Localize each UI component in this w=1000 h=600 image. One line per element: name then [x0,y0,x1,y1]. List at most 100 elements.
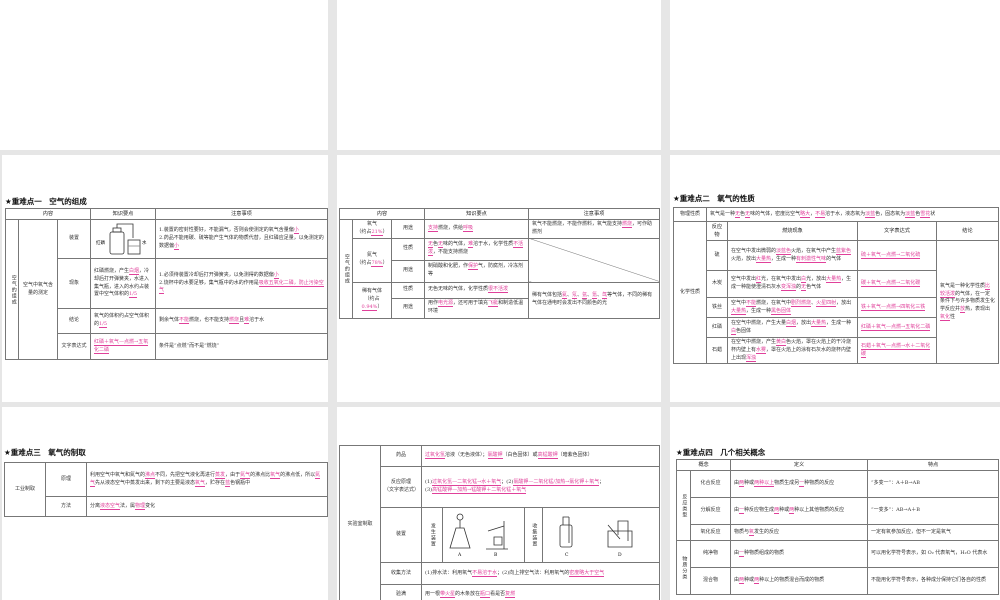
slide-top-left[interactable] [0,0,328,150]
reactant-name: 铁丝 [706,297,728,319]
answer-highlight: 一 [799,480,805,488]
answer-highlight: 铁＋氧气—点燃→四氧化三铁 [861,303,926,311]
answer-highlight: 雪花 [920,210,931,218]
answer-highlight: 火星四射 [816,299,837,307]
method: 分离液态空气法，属物理变化 [86,496,328,517]
apparatus-d: D [618,552,622,558]
answer-highlight: 瓶口 [480,590,491,598]
answer-highlight: 白 [731,327,737,335]
slide-oxygen-preparation[interactable]: ★重难点三 氧气的制取 工业制取 原理 利用空气中氧气和氮气的沸点不同，先把空气液化… [2,407,328,600]
slide-title: ★重难点一 空气的组成 [5,197,87,206]
answer-highlight: 无 [428,241,434,249]
concept-name: 氧化反应 [689,524,732,542]
phenomenon: 在空气中燃烧，产生黄白色火焰，罩在火焰上的干冷烧杯内壁上有水雾，罩在火焰上的涂有… [727,337,858,365]
header-reactant: 反应物 [706,220,728,242]
concept-name: 分解反应 [689,497,732,526]
note-cell: 1.装置的密封性要好，不能漏气，否则会使测定的氧气含量偏小 2.药品不能用碳、硫… [155,219,328,260]
apparatus-b: B [494,552,498,558]
definition: 由一种反应物生成两种或两种以上其他物质的反应 [730,497,869,526]
slide-lab-preparation[interactable]: 实验室制取 药品 过氧化氢溶液（无色液体）；氯酸钾（白色固体）或高锰酸钾（暗紫色固体… [337,407,661,600]
slide-related-concepts[interactable]: ★重难点四 几个相关概念 概念 定义 特点 反应类型 化合反应 由两种或两种以上物质生成… [670,407,1000,600]
answer-highlight: 氧气 [195,479,206,487]
header-notes: 注意事项 [528,207,660,221]
check-full: 用一根带火星的木条放在瓶口看是否复燃 [421,584,660,600]
drugs: 过氧化氢溶液（无色液体）；氯酸钾（白色固体）或高锰酸钾（暗紫色固体） [421,445,660,467]
slide-top-middle[interactable] [337,0,661,150]
answer-highlight: 蓝 [225,479,231,487]
row-label: 方法 [45,496,87,517]
answer-highlight: 氮气 [90,471,321,487]
header-equation: 文字表达式 [857,220,937,242]
generator-label: 发生装置 [421,507,443,563]
slide-air-composition[interactable]: ★重难点一 空气的组成 内容 知识要点 注意事项 空气的组成 空气中氧气含量的测定 … [2,155,328,402]
phenomenon: 空气中不能燃烧，在氧气中剧烈燃烧、火星四射，放出大量热，生成一种黑色固体 [727,297,858,319]
lab-preparation-table: 实验室制取 药品 过氧化氢溶液（无色液体）；氯酸钾（白色固体）或高锰酸钾（暗紫色固体… [339,445,660,600]
noble-note: 稀有气体包括氦、氖、氩、氪、氙等气体，不同的稀有气体在通电时会发出不同颜色的光 [528,281,660,319]
answer-highlight: 支持 [428,224,439,232]
answer-highlight: 21% [371,228,383,236]
answer-highlight: 氧气 [270,471,281,479]
row-label: 性质 [391,281,425,299]
answer-highlight: 氩 [582,292,588,300]
answer-highlight: 淡蓝 [865,210,876,218]
answer-highlight: 不能 [746,299,757,307]
equation: 石蜡＋氧气—点燃→水＋二氧化碳 [857,337,937,365]
header-points: 知识要点 [90,207,156,221]
answer-highlight: 水雾 [756,346,767,354]
answer-highlight: 氧化 [940,313,951,321]
reactant-name: 石蜡 [706,337,728,365]
equation: 硫＋氧气—点燃→二氧化硫 [857,240,937,272]
concept-name: 化合反应 [689,470,732,499]
answer-highlight: 1/5 [129,291,138,299]
point-cell: 红磷＋氧气—点燃→五氧化二磷 [90,333,156,361]
slide-oxygen-properties[interactable]: ★重难点二 氧气的性质 物理性质 氧气是一种无色无味的气体，密度比空气略大，不易溶… [670,155,1000,402]
concept-name: 纯净物 [689,540,732,569]
group-label: 实验室制取 [339,445,381,600]
answer-highlight: 氧 [749,528,755,536]
feature: 不能用化学符号表示，各种成分保持它们各自的性质 [867,567,999,596]
slide-air-components[interactable]: 内容 知识要点 注意事项 空气的组成 氧气 （约占21%） 用途 支持燃烧，供给呼吸 氧气不… [337,155,661,402]
collection-method: (1)排水法：利用氧气不易溶于水；(2)向上排空气法：利用氧气的密度略大于空气 [421,562,660,585]
answer-highlight: 碳＋氧气—点燃→二氧化碳 [861,280,921,288]
answer-highlight: 白 [801,276,807,284]
definition: 由两种或两种以上的物质混合而成的物质 [730,567,869,596]
oxygen-label: 氧气 （约占21%） [352,219,392,239]
oxygen-note: 氧气不能燃烧，不能作燃料，氧气能支持燃烧，可作助燃剂 [528,219,660,239]
slide-top-right[interactable] [670,0,1000,150]
group-label: 工业制取 [4,462,46,517]
slide-title: ★重难点四 几个相关概念 [676,448,766,457]
answer-highlight: 过氧化氢—二氧化锰→水＋氧气 [432,479,502,487]
nitrogen-label: 氮气 （约占78%） [352,237,392,283]
answer-highlight: 氙 [602,292,608,300]
apparatus-c: C [565,552,569,558]
header-notes: 注意事项 [155,207,328,221]
answer-highlight: 黄白 [776,339,787,347]
oxygen-properties-table: 物理性质 氧气是一种无色无味的气体，密度比空气略大，不易溶于水，液态氧为淡蓝色，固… [673,207,999,365]
answer-highlight: 略大 [800,210,811,218]
collector-label: 收集装置 [524,507,543,563]
answer-highlight: 78% [371,260,383,268]
note-cell: 剩余气体不能燃烧，也不能支持燃烧且难溶于水 [155,308,328,335]
note-cell: 条件是“点燃”而不是“燃烧” [155,333,328,361]
point-cell: 红磷燃烧，产生白烟，冷却后打开弹簧夹，水进入集气瓶，进入的水约占装置中空气体积的… [90,258,156,310]
chemical-label: 化学性质 [673,220,707,365]
answer-highlight: 高锰酸钾 [537,452,558,460]
answer-highlight: 变浑浊 [781,284,797,292]
header-concept: 概念 [675,458,732,472]
air-components-table: 内容 知识要点 注意事项 空气的组成 氧气 （约占21%） 用途 支持燃烧，供给呼吸 氧气不… [339,207,660,319]
answer-highlight: 氖 [572,292,578,300]
answer-highlight: 小 [174,242,180,250]
header-content: 内容 [5,207,91,221]
equation: 铁＋氧气—点燃→四氧化三铁 [857,297,937,319]
concepts-table: 概念 定义 特点 反应类型 化合反应 由两种或两种以上物质生成另一种物质的反应 “多变一”… [675,458,999,596]
answer-highlight: 石蜡＋氧气—点燃→水＋二氧化碳 [861,343,931,358]
physical-label: 物理性质 [673,207,707,222]
noble-use: 用作电光源，还可用于填充飞艇和制造低温环境 [424,297,529,319]
concept-name: 混合物 [689,567,732,596]
label-red-phosphorus: 红磷 [96,239,105,246]
definition: 由一种物质组成的物质 [730,540,869,569]
row-label: 原理 [45,462,87,497]
answer-highlight: 氮气 [240,471,251,479]
industrial-preparation-table: 工业制取 原理 利用空气中氧气和氮气的沸点不同，先把空气液化再进行蒸发，由于氮气的沸… [4,462,328,517]
answer-highlight: 液态空气 [100,502,121,510]
